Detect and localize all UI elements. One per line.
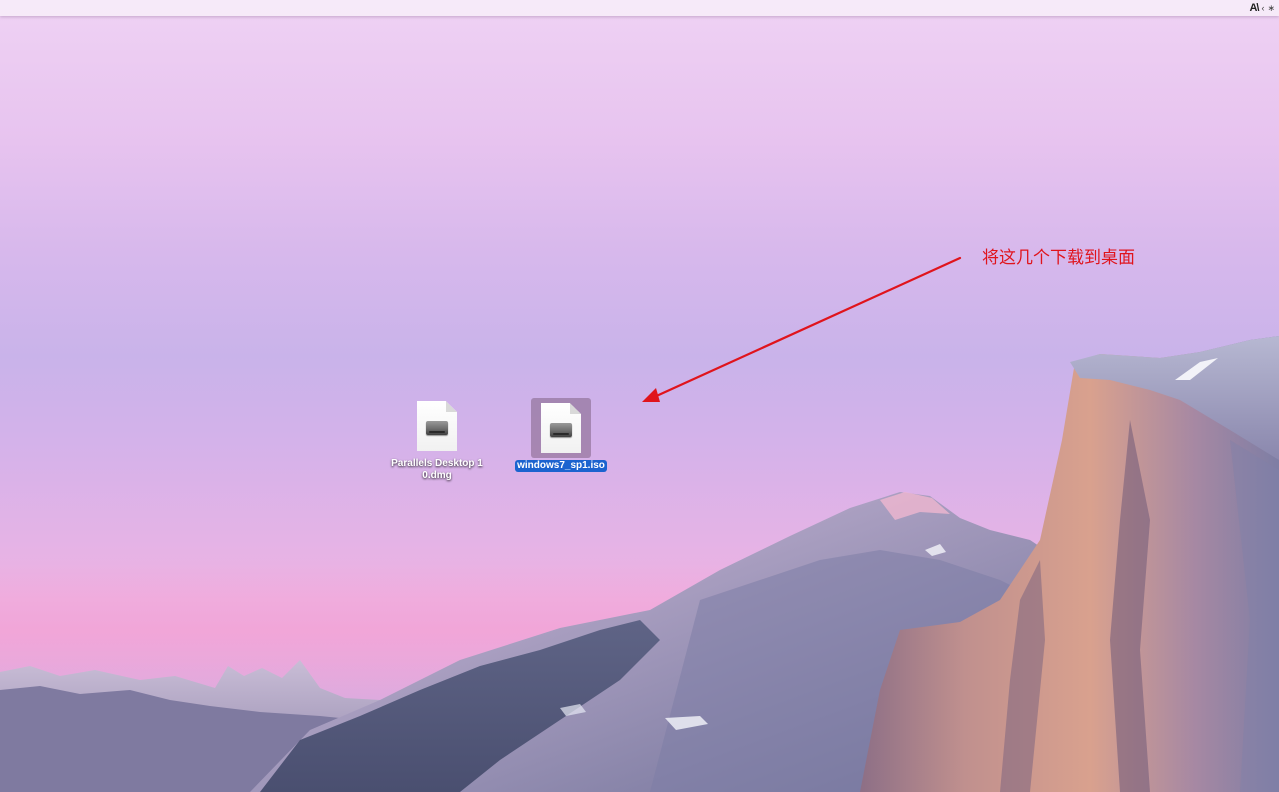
page-fold [446,401,457,412]
desktop-item-label-selected[interactable]: windows7_sp1.iso [515,460,607,472]
desktop-item-label[interactable]: Parallels Desktop 10.dmg [389,458,485,482]
disk-image-file-icon[interactable] [407,396,467,456]
hard-disk-icon [550,423,572,437]
desktop-item-parallels-dmg[interactable]: Parallels Desktop 10.dmg [389,396,485,482]
page-fold [570,403,581,414]
adobe-icon[interactable]: A\ [1249,1,1259,15]
desktop-item-windows7-iso[interactable]: windows7_sp1.iso [513,398,609,472]
document-icon [541,403,581,453]
hard-disk-icon [426,421,448,435]
disk-image-file-icon[interactable] [531,398,591,458]
menu-bar-status-area: A\ ‹ ∗ [1249,1,1275,15]
bluetooth-icon[interactable]: ∗ [1267,1,1275,15]
document-icon [417,401,457,451]
wallpaper-mountains [0,336,1279,792]
annotation-text: 将这几个下载到桌面 [982,248,1135,268]
menu-bar: A\ ‹ ∗ [0,0,1279,16]
script-menu-icon[interactable]: ‹ [1261,1,1264,15]
desktop[interactable]: A\ ‹ ∗ Parallels Desktop 10.dmg windows7… [0,0,1279,792]
